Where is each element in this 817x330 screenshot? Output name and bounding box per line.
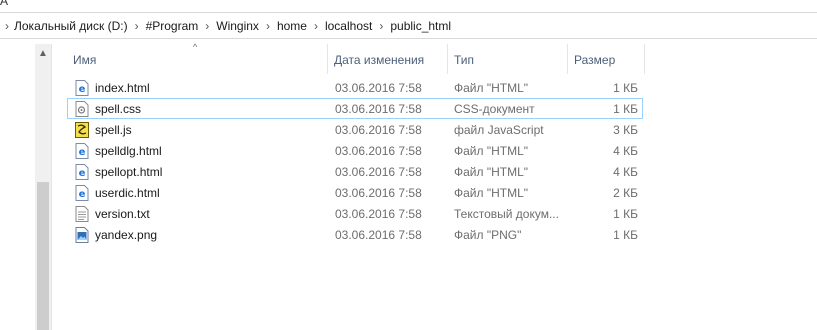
file-size: 2 КБ — [613, 186, 638, 200]
file-name: version.txt — [95, 207, 150, 221]
column-header-size[interactable]: Размер — [574, 47, 615, 72]
chevron-right-icon[interactable]: › — [307, 13, 325, 38]
file-type: CSS-документ — [454, 102, 535, 116]
file-date: 03.06.2016 7:58 — [335, 102, 422, 116]
svg-text:e: e — [79, 168, 86, 179]
breadcrumb-segment-current[interactable]: public_html — [390, 13, 451, 38]
breadcrumb-segment[interactable]: Локальный диск (D:) — [14, 13, 128, 38]
file-type: Файл "HTML" — [454, 186, 529, 200]
file-date: 03.06.2016 7:58 — [335, 228, 422, 242]
file-type: Файл "HTML" — [454, 81, 529, 95]
file-name: userdic.html — [95, 186, 160, 200]
window-title-strip: A — [0, 0, 817, 9]
file-row[interactable]: e spellopt.html 03.06.2016 7:58 Файл "HT… — [67, 161, 643, 182]
chevron-right-icon[interactable]: › — [259, 13, 277, 38]
file-name: spelldlg.html — [95, 144, 162, 158]
file-name: spell.css — [95, 102, 142, 116]
file-name: yandex.png — [95, 228, 158, 242]
file-row[interactable]: yandex.png 03.06.2016 7:58 Файл "PNG" 1 … — [67, 224, 643, 245]
breadcrumb-segment[interactable]: Winginx — [216, 13, 259, 38]
svg-text:e: e — [79, 189, 86, 200]
file-size: 1 КБ — [613, 81, 638, 95]
html-file-icon: e — [75, 164, 89, 180]
file-name: spellopt.html — [95, 165, 163, 179]
svg-text:e: e — [79, 84, 86, 95]
file-size: 4 КБ — [613, 165, 638, 179]
file-date: 03.06.2016 7:58 — [335, 207, 422, 221]
chevron-right-icon[interactable]: › — [372, 13, 390, 38]
html-file-icon: e — [75, 80, 89, 96]
js-file-icon — [75, 122, 89, 138]
file-type: файл JavaScript — [454, 123, 544, 137]
file-type: Файл "HTML" — [454, 165, 529, 179]
chevron-right-icon[interactable]: › — [198, 13, 216, 38]
file-name: spell.js — [95, 123, 132, 137]
file-date: 03.06.2016 7:58 — [335, 186, 422, 200]
navigation-pane-scrollbar[interactable]: ▲ — [35, 44, 52, 330]
breadcrumb-segment[interactable]: home — [277, 13, 307, 38]
file-row[interactable]: e userdic.html 03.06.2016 7:58 Файл "HTM… — [67, 182, 643, 203]
file-size: 1 КБ — [613, 102, 638, 116]
chevron-right-icon[interactable]: › — [0, 13, 14, 38]
scroll-up-arrow-icon[interactable]: ▲ — [38, 48, 48, 59]
file-row-selected[interactable]: spell.css 03.06.2016 7:58 CSS-документ 1… — [67, 98, 643, 119]
breadcrumb-segment[interactable]: #Program — [146, 13, 199, 38]
column-divider[interactable] — [567, 44, 568, 74]
column-header-type-label: Тип — [454, 52, 475, 67]
column-header-size-label: Размер — [574, 52, 616, 67]
css-file-icon — [75, 101, 89, 117]
file-size: 3 КБ — [613, 123, 638, 137]
image-file-icon — [75, 227, 89, 243]
text-file-icon — [75, 206, 89, 222]
file-date: 03.06.2016 7:58 — [335, 81, 422, 95]
file-type: Файл "PNG" — [454, 228, 522, 242]
column-divider[interactable] — [327, 44, 328, 74]
svg-text:e: e — [79, 147, 86, 158]
file-size: 4 КБ — [613, 144, 638, 158]
breadcrumb-segment[interactable]: localhost — [325, 13, 372, 38]
file-size: 1 КБ — [613, 228, 638, 242]
column-divider[interactable] — [644, 44, 645, 74]
column-header-type[interactable]: Тип — [454, 47, 474, 72]
column-header-name-label: Имя — [73, 52, 97, 67]
html-file-icon: e — [75, 143, 89, 159]
file-date: 03.06.2016 7:58 — [335, 144, 422, 158]
file-name: index.html — [95, 81, 150, 95]
file-type: Текстовый докум... — [454, 207, 559, 221]
file-row[interactable]: version.txt 03.06.2016 7:58 Текстовый до… — [67, 203, 643, 224]
file-row[interactable]: spell.js 03.06.2016 7:58 файл JavaScript… — [67, 119, 643, 140]
file-row[interactable]: e spelldlg.html 03.06.2016 7:58 Файл "HT… — [67, 140, 643, 161]
chevron-right-icon[interactable]: › — [128, 13, 146, 38]
column-divider[interactable] — [447, 44, 448, 74]
column-header-date[interactable]: Дата изменения — [334, 47, 424, 72]
window-title-fragment: A — [0, 0, 9, 8]
file-date: 03.06.2016 7:58 — [335, 165, 422, 179]
html-file-icon: e — [75, 185, 89, 201]
address-bar[interactable]: › Локальный диск (D:) › #Program › Wingi… — [0, 12, 817, 39]
file-date: 03.06.2016 7:58 — [335, 123, 422, 137]
scrollbar-thumb[interactable] — [37, 182, 49, 330]
file-size: 1 КБ — [613, 207, 638, 221]
file-type: Файл "HTML" — [454, 144, 529, 158]
sort-ascending-icon: ^ — [193, 42, 198, 52]
file-row[interactable]: e index.html 03.06.2016 7:58 Файл "HTML"… — [67, 77, 643, 98]
column-header-name[interactable]: Имя — [73, 47, 96, 72]
column-header-date-label: Дата изменения — [334, 52, 425, 67]
